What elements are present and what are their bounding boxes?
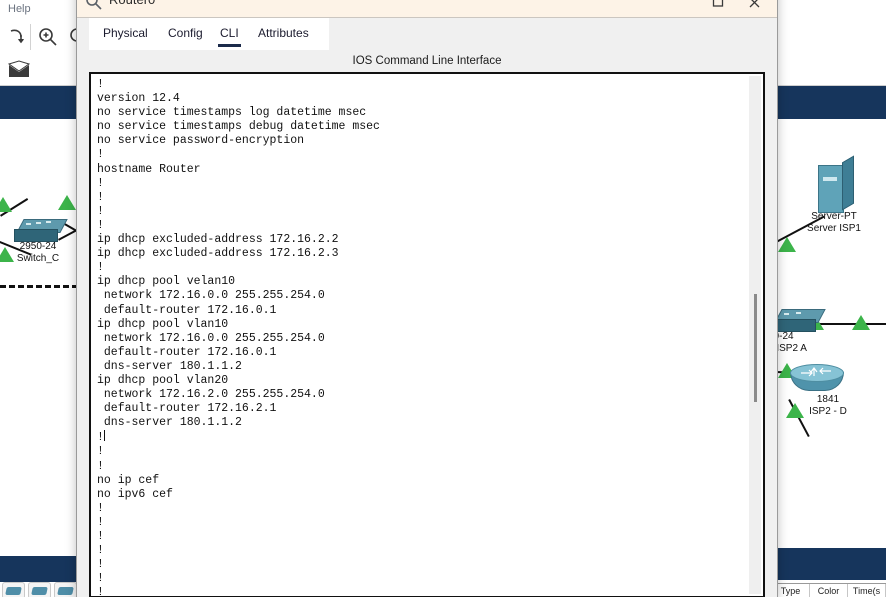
node-name-label: Server ISP1 xyxy=(807,223,861,234)
dialog-tab-strip: Physical Config CLI Attributes xyxy=(77,18,777,50)
cli-line: no service timestamps log datetime msec xyxy=(97,106,367,120)
cli-line: ! xyxy=(97,176,104,190)
palette-device-switch-3[interactable] xyxy=(54,582,77,597)
cli-line: ! xyxy=(97,586,104,597)
device-palette[interactable] xyxy=(0,582,78,597)
switch-2950-24-isp2-a[interactable]: 50-24 h ISP2 A xyxy=(768,309,828,355)
link-status-indicator xyxy=(852,315,870,330)
switch-icon xyxy=(772,309,826,332)
router-icon xyxy=(790,364,844,394)
cli-line: default-router 172.16.2.1 xyxy=(97,402,277,416)
cli-line: ip dhcp pool velan10 xyxy=(97,275,236,289)
cli-line: dns-server 180.1.1.2 xyxy=(97,416,242,430)
cli-line: network 172.16.2.0 255.255.254.0 xyxy=(97,388,325,402)
cli-line: ip dhcp pool vlan20 xyxy=(97,373,229,387)
close-icon[interactable] xyxy=(739,0,769,13)
cli-line: network 172.16.0.0 255.255.254.0 xyxy=(97,289,325,303)
dialog-title-bar[interactable]: Router0 xyxy=(77,0,777,18)
cli-line: ip dhcp pool vlan10 xyxy=(97,317,229,331)
envelope-icon[interactable] xyxy=(7,60,31,78)
cli-line: ! xyxy=(97,190,104,204)
cli-line: ! xyxy=(97,430,105,445)
cli-line: ! xyxy=(97,515,104,529)
redo-icon[interactable] xyxy=(4,25,28,49)
dashed-boundary-line xyxy=(0,285,78,288)
server-pt-isp1[interactable]: Server-PT Server ISP1 xyxy=(807,155,872,235)
switch-2950-24-switch-c[interactable]: 2950-24 Switch_C xyxy=(14,219,68,265)
cli-line: no service timestamps debug datetime mse… xyxy=(97,120,380,134)
cli-scrollbar[interactable] xyxy=(749,76,761,594)
dialog-body: Physical Config CLI Attributes IOS Comma… xyxy=(77,18,777,597)
cli-line: ! xyxy=(97,572,104,586)
cli-line: ! xyxy=(97,459,104,473)
cli-line: ! xyxy=(97,148,104,162)
text-cursor xyxy=(103,430,105,442)
cli-line: dns-server 180.1.1.2 xyxy=(97,359,242,373)
toolbar-separator xyxy=(30,24,31,50)
palette-device-switch-2[interactable] xyxy=(28,582,51,597)
cli-line: ip dhcp excluded-address 172.16.2.2 xyxy=(97,233,339,247)
cli-line: ! xyxy=(97,445,104,459)
device-dialog-window[interactable]: Router0 Physical Config CLI Attributes I xyxy=(76,0,778,597)
cli-line: no service password-encryption xyxy=(97,134,305,148)
cli-line: no ipv6 cef xyxy=(97,487,173,501)
screen: Help 2950-24 Switch_C Server-PT Server I… xyxy=(0,0,886,597)
maximize-icon[interactable] xyxy=(703,0,733,13)
cli-line: hostname Router xyxy=(97,162,201,176)
router-device-icon xyxy=(85,0,103,11)
zoom-in-icon[interactable] xyxy=(36,25,60,49)
cli-line: default-router 172.16.0.1 xyxy=(97,303,277,317)
simulation-mode-bar: R xyxy=(772,548,886,580)
cli-line: ! xyxy=(97,530,104,543)
node-name-label: ISP2 - D xyxy=(809,406,847,417)
cli-line: default-router 172.16.0.1 xyxy=(97,345,277,359)
cli-line: ! xyxy=(97,218,104,232)
switch-icon xyxy=(14,219,68,242)
link-status-indicator xyxy=(58,195,76,210)
navigation-bar: Root xyxy=(772,86,886,208)
link-status-indicator xyxy=(0,197,12,212)
tab-attributes[interactable]: Attributes xyxy=(252,18,315,50)
event-column-time: Time(s xyxy=(848,584,886,597)
cli-line: ! xyxy=(97,261,104,275)
event-column-color: Color xyxy=(810,584,848,597)
left-blue-bar xyxy=(0,86,76,119)
cli-line: ! xyxy=(97,204,104,218)
tab-cli[interactable]: CLI xyxy=(214,18,245,50)
cli-line: ! xyxy=(97,78,104,91)
node-model-label: 2950-24 xyxy=(19,241,57,252)
palette-device-switch-1[interactable] xyxy=(2,582,25,597)
router-1841-isp2-d[interactable]: 1841 ISP2 - D xyxy=(790,364,858,418)
cli-line: ! xyxy=(97,501,104,515)
cli-line: version 12.4 xyxy=(97,92,180,106)
cli-line: ip dhcp excluded-address 172.16.2.3 xyxy=(97,247,339,261)
link-status-indicator xyxy=(778,237,796,252)
cli-line: ! xyxy=(97,544,104,558)
event-list-header: Type Color Time(s xyxy=(772,583,886,597)
dialog-title: Router0 xyxy=(109,0,155,7)
cli-console[interactable]: ! version 12.4 no service timestamps log d… xyxy=(89,72,765,597)
node-name-label: Switch_C xyxy=(16,253,60,264)
menu-item-help[interactable]: Help xyxy=(8,0,31,18)
cli-line: network 172.16.0.0 255.255.254.0 xyxy=(97,331,325,345)
tab-physical[interactable]: Physical xyxy=(97,18,154,50)
cli-output-text[interactable]: ! version 12.4 no service timestamps log d… xyxy=(97,78,737,597)
bottom-left-blue-bar xyxy=(0,556,76,582)
cli-line: no ip cef xyxy=(97,473,160,487)
cli-scrollbar-thumb[interactable] xyxy=(754,293,757,403)
tab-config[interactable]: Config xyxy=(162,18,209,50)
node-model-label: 1841 xyxy=(816,394,840,405)
server-icon xyxy=(818,155,854,213)
cli-heading: IOS Command Line Interface xyxy=(77,50,777,72)
cli-line: ! xyxy=(97,558,104,572)
